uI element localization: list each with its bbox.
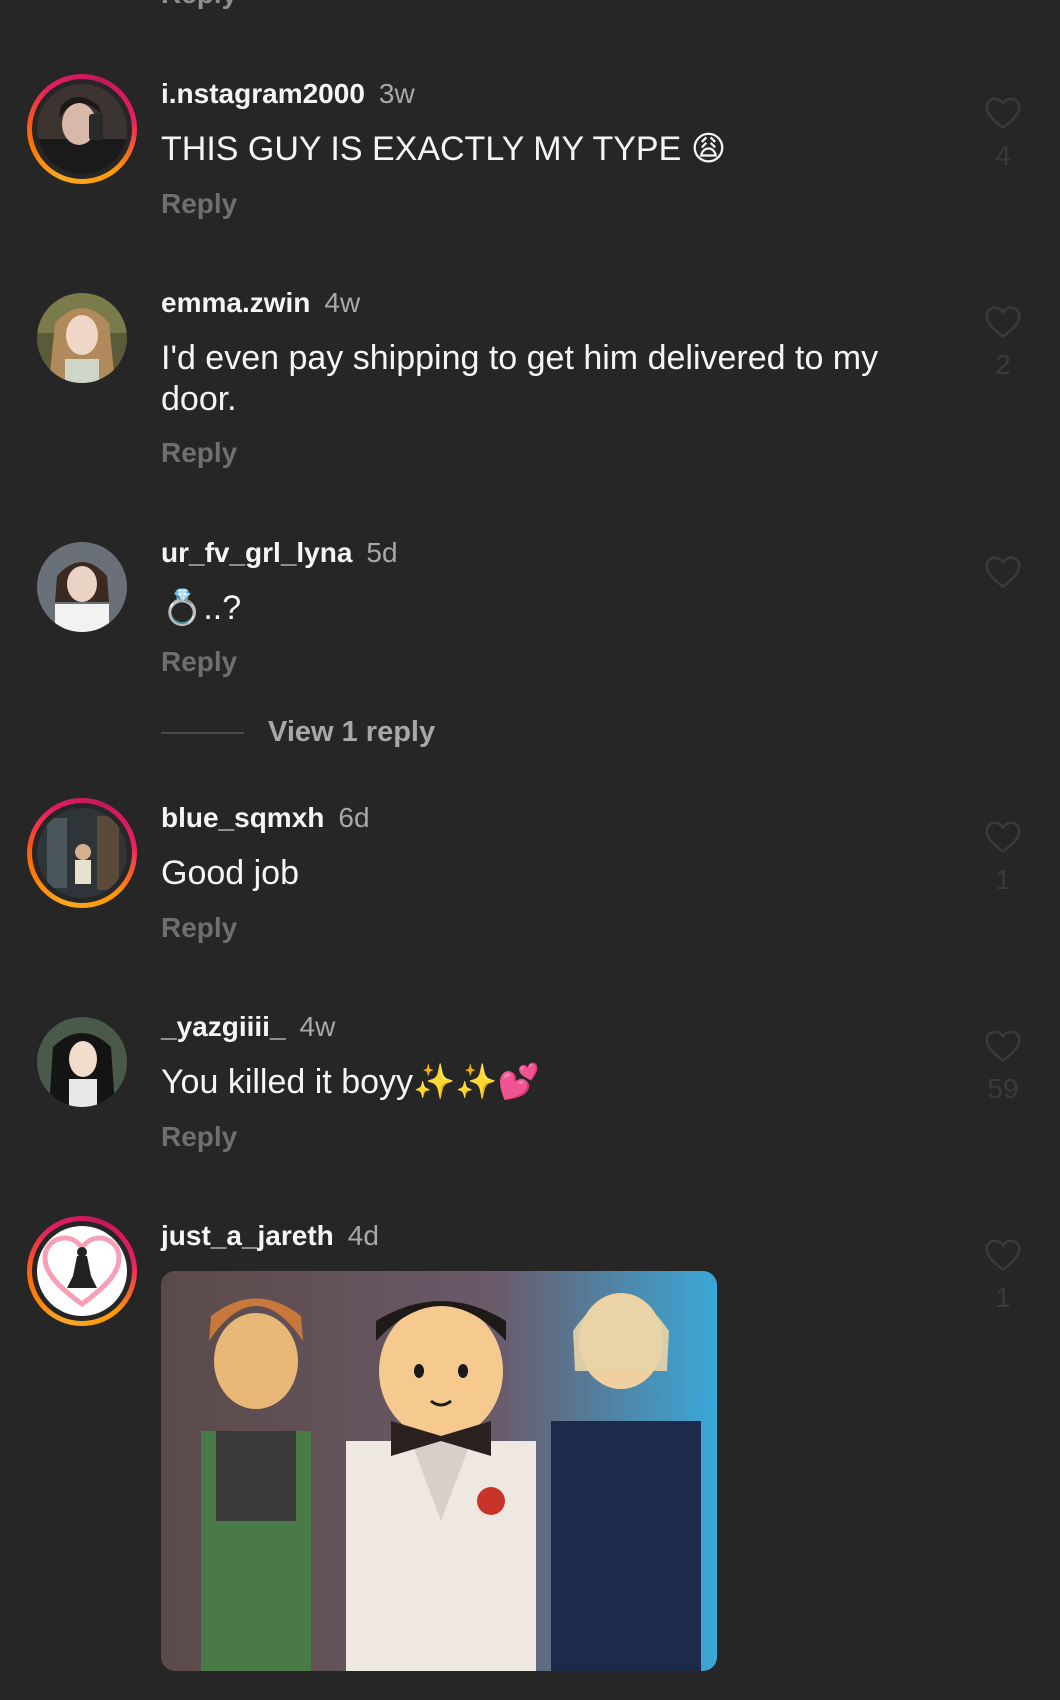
avatar-wrapper[interactable] <box>27 1007 137 1117</box>
timestamp: 5d <box>366 537 398 568</box>
heart-icon <box>985 821 1021 854</box>
comment-text: I'd even pay shipping to get him deliver… <box>161 339 879 418</box>
like-count: 1 <box>995 864 1011 895</box>
username[interactable]: just_a_jareth <box>161 1220 334 1251</box>
avatar-story-ring[interactable] <box>27 798 137 908</box>
like-button[interactable]: 2 <box>978 305 1028 381</box>
avatar-image <box>37 1017 127 1107</box>
username[interactable]: i.nstagram2000 <box>161 78 365 109</box>
reply-button[interactable]: Reply <box>161 188 237 220</box>
like-button[interactable]: 4 <box>978 96 1028 172</box>
comment-text: Good job <box>161 854 299 892</box>
avatar <box>37 1226 127 1316</box>
avatar-image <box>37 808 127 898</box>
like-button[interactable]: 1 <box>978 1238 1028 1314</box>
reply-button[interactable]: Reply <box>161 1121 237 1153</box>
avatar-wrapper[interactable] <box>27 532 137 642</box>
heart-icon <box>985 306 1021 339</box>
lego-gif <box>161 1271 717 1671</box>
heart-icon <box>985 97 1021 130</box>
comment-text: 💍..? <box>161 589 242 627</box>
avatar-story-ring[interactable] <box>27 74 137 184</box>
like-count: 59 <box>987 1073 1019 1104</box>
username[interactable]: blue_sqmxh <box>161 802 324 833</box>
avatar <box>37 1017 127 1107</box>
timestamp: 6d <box>338 802 370 833</box>
username[interactable]: _yazgiiii_ <box>161 1011 286 1042</box>
like-button[interactable]: 59 <box>978 1029 1028 1105</box>
avatar-image <box>37 84 127 174</box>
view-replies-label: View 1 reply <box>268 716 436 748</box>
username[interactable]: emma.zwin <box>161 287 310 318</box>
avatar-story-ring[interactable] <box>27 1216 137 1326</box>
comment-text: You killed it boyy✨✨💕 <box>161 1063 541 1101</box>
like-count: 2 <box>995 349 1011 380</box>
timestamp: 4d <box>347 1220 379 1251</box>
view-replies-button[interactable]: View 1 reply <box>161 716 435 749</box>
avatar <box>37 84 127 174</box>
avatar-image <box>37 293 127 383</box>
like-button[interactable] <box>978 555 1028 599</box>
reply-button[interactable]: Reply <box>161 912 237 944</box>
avatar <box>37 542 127 632</box>
reply-button[interactable]: Reply <box>161 0 237 10</box>
timestamp: 4w <box>299 1011 336 1042</box>
divider <box>161 731 244 734</box>
heart-icon <box>985 1030 1021 1063</box>
avatar <box>37 293 127 383</box>
like-button[interactable]: 1 <box>978 820 1028 896</box>
heart-icon <box>985 1239 1021 1272</box>
like-count: 1 <box>995 1282 1011 1313</box>
avatar-image <box>37 1226 127 1316</box>
reply-button[interactable]: Reply <box>161 646 237 678</box>
timestamp: 4w <box>324 287 361 318</box>
comment-gif-image[interactable] <box>161 1271 717 1671</box>
heart-icon <box>985 556 1021 589</box>
reply-button[interactable]: Reply <box>161 437 237 469</box>
comment-text: THIS GUY IS EXACTLY MY TYPE 😩 <box>161 130 727 168</box>
avatar-image <box>37 542 127 632</box>
username[interactable]: ur_fv_grl_lyna <box>161 537 352 568</box>
avatar-wrapper[interactable] <box>27 283 137 393</box>
timestamp: 3w <box>378 78 415 109</box>
avatar <box>37 808 127 898</box>
like-count: 4 <box>995 140 1011 171</box>
